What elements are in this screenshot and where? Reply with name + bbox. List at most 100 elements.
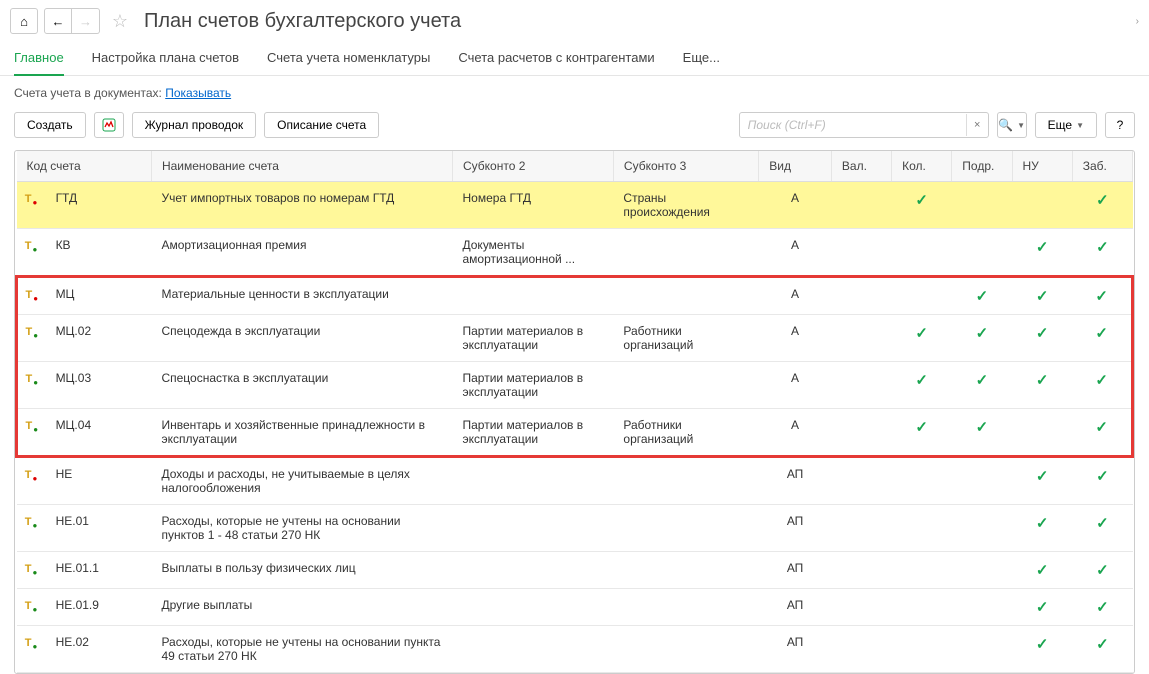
tab-3[interactable]: Счета расчетов с контрагентами	[458, 50, 654, 65]
row-icon-cell: Т●	[17, 229, 46, 277]
zab-cell: ✓	[1072, 409, 1132, 457]
info-line: Счета учета в документах: Показывать	[0, 76, 1149, 106]
check-icon: ✓	[1036, 468, 1049, 485]
vid-cell: А	[759, 229, 832, 277]
back-button[interactable]: ←	[44, 8, 72, 34]
search-options-button[interactable]: 🔍▼	[997, 112, 1027, 138]
code-cell: НЕ	[46, 457, 152, 505]
sub2-cell: Документы амортизационной ...	[453, 229, 614, 277]
val-cell	[831, 362, 891, 409]
col-nu[interactable]: НУ	[1012, 151, 1072, 182]
account-type-icon: Т●	[25, 240, 38, 252]
account-type-icon: Т●	[25, 326, 38, 338]
check-icon: ✓	[976, 325, 989, 342]
code-cell: МЦ.02	[46, 315, 152, 362]
check-icon: ✓	[1036, 239, 1049, 256]
check-icon: ✓	[1096, 599, 1109, 616]
vid-cell: А	[759, 362, 832, 409]
podr-cell: ✓	[952, 277, 1012, 315]
val-cell	[831, 229, 891, 277]
col-zab[interactable]: Заб.	[1072, 151, 1132, 182]
sub3-cell	[613, 277, 758, 315]
table-row[interactable]: Т●МЦ.04Инвентарь и хозяйственные принадл…	[17, 409, 1133, 457]
tab-4[interactable]: Еще...	[683, 50, 720, 65]
check-icon: ✓	[1036, 562, 1049, 579]
favorite-star-icon[interactable]: ☆	[106, 8, 134, 34]
account-type-icon: Т●	[25, 193, 38, 205]
caret-down-icon: ▼	[1076, 121, 1084, 130]
journal-button[interactable]: Журнал проводок	[132, 112, 257, 138]
code-cell: НЕ.01.1	[46, 552, 152, 589]
activity-button[interactable]	[94, 112, 124, 138]
more-button[interactable]: Еще ▼	[1035, 112, 1097, 138]
vid-cell: АП	[759, 626, 832, 673]
info-prefix: Счета учета в документах:	[14, 86, 165, 100]
table-row[interactable]: Т●КВАмортизационная премияДокументы амор…	[17, 229, 1133, 277]
tab-1[interactable]: Настройка плана счетов	[92, 50, 239, 65]
row-icon-cell: Т●	[17, 277, 46, 315]
check-icon: ✓	[976, 372, 989, 389]
vid-cell: А	[759, 409, 832, 457]
zab-cell: ✓	[1072, 315, 1132, 362]
sub2-cell	[453, 505, 614, 552]
col-sub3[interactable]: Субконто 3	[613, 151, 758, 182]
podr-cell	[952, 552, 1012, 589]
description-button[interactable]: Описание счета	[264, 112, 379, 138]
table-row[interactable]: Т●ГТДУчет импортных товаров по номерам Г…	[17, 182, 1133, 229]
table-row[interactable]: Т●НЕ.01.1Выплаты в пользу физических лиц…	[17, 552, 1133, 589]
col-name[interactable]: Наименование счета	[151, 151, 452, 182]
col-podr[interactable]: Подр.	[952, 151, 1012, 182]
chevron-right-icon[interactable]: ›	[1136, 16, 1139, 27]
table-row[interactable]: Т●НЕ.01Расходы, которые не учтены на осн…	[17, 505, 1133, 552]
zab-cell: ✓	[1072, 457, 1132, 505]
col-code[interactable]: Код счета	[17, 151, 152, 182]
search-input[interactable]	[740, 118, 966, 132]
home-button[interactable]: ⌂	[10, 8, 38, 34]
row-icon-cell: Т●	[17, 552, 46, 589]
zab-cell: ✓	[1072, 277, 1132, 315]
col-kol[interactable]: Кол.	[892, 151, 952, 182]
table-row[interactable]: Т●НЕ.02Расходы, которые не учтены на осн…	[17, 626, 1133, 673]
kol-cell	[892, 626, 952, 673]
zab-cell: ✓	[1072, 626, 1132, 673]
create-button[interactable]: Создать	[14, 112, 86, 138]
row-icon-cell: Т●	[17, 315, 46, 362]
sub2-cell: Партии материалов в эксплуатации	[453, 315, 614, 362]
row-icon-cell: Т●	[17, 626, 46, 673]
row-icon-cell: Т●	[17, 409, 46, 457]
magnifier-icon: 🔍	[998, 118, 1013, 132]
code-cell: НЕ.02	[46, 626, 152, 673]
help-button[interactable]: ?	[1105, 112, 1135, 138]
account-type-icon: Т●	[25, 600, 38, 612]
table-row[interactable]: Т●МЦ.02Спецодежда в эксплуатацииПартии м…	[17, 315, 1133, 362]
vid-cell: АП	[759, 505, 832, 552]
name-cell: Спецоснастка в эксплуатации	[151, 362, 452, 409]
val-cell	[831, 626, 891, 673]
vid-cell: А	[759, 277, 832, 315]
tab-2[interactable]: Счета учета номенклатуры	[267, 50, 430, 65]
zab-cell: ✓	[1072, 552, 1132, 589]
tab-0[interactable]: Главное	[14, 50, 64, 76]
code-cell: МЦ.03	[46, 362, 152, 409]
forward-button[interactable]: →	[72, 8, 100, 34]
table-row[interactable]: Т●МЦМатериальные ценности в эксплуатации…	[17, 277, 1133, 315]
table-row[interactable]: Т●НЕДоходы и расходы, не учитываемые в ц…	[17, 457, 1133, 505]
col-val[interactable]: Вал.	[831, 151, 891, 182]
show-link[interactable]: Показывать	[165, 86, 231, 100]
col-sub2[interactable]: Субконто 2	[453, 151, 614, 182]
col-vid[interactable]: Вид	[759, 151, 832, 182]
sub2-cell: Партии материалов в эксплуатации	[453, 362, 614, 409]
vid-cell: А	[759, 182, 832, 229]
search-clear-button[interactable]: ×	[966, 114, 988, 136]
arrow-right-icon: →	[79, 14, 92, 29]
check-icon: ✓	[1096, 562, 1109, 579]
kol-cell	[892, 505, 952, 552]
name-cell: Расходы, которые не учтены на основании …	[151, 626, 452, 673]
val-cell	[831, 505, 891, 552]
zab-cell: ✓	[1072, 229, 1132, 277]
podr-cell: ✓	[952, 362, 1012, 409]
sub2-cell	[453, 626, 614, 673]
check-icon: ✓	[976, 288, 989, 305]
table-row[interactable]: Т●МЦ.03Спецоснастка в эксплуатацииПартии…	[17, 362, 1133, 409]
code-cell: МЦ	[46, 277, 152, 315]
